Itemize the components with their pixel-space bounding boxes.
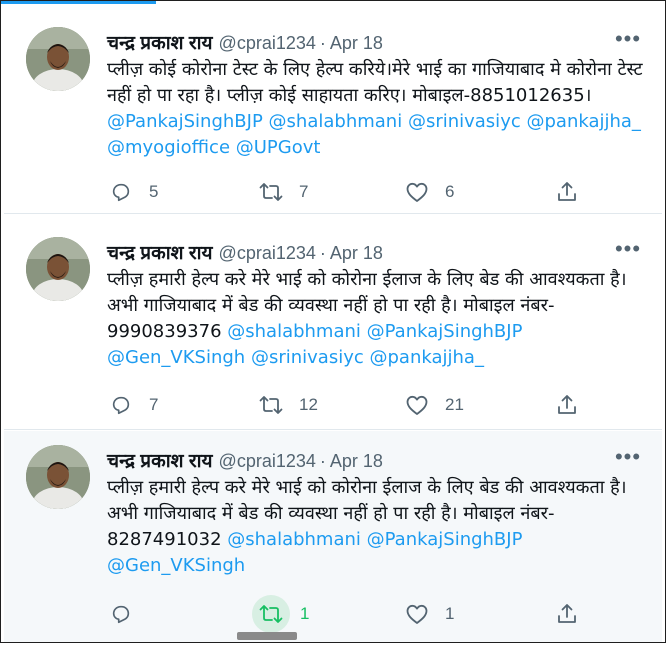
tweet-body: प्लीज़ कोई कोरोना टेस्ट के लिए हेल्प करि… — [107, 59, 643, 106]
reply-button[interactable]: 7 — [107, 390, 169, 420]
display-name[interactable]: चन्द्र प्रकाश राय — [107, 33, 213, 54]
reply-count: 5 — [149, 182, 159, 201]
like-button[interactable]: 21 — [403, 390, 465, 420]
tweet-actions: 5 7 6 — [107, 177, 607, 207]
reply-count: 7 — [149, 395, 159, 414]
reply-icon — [107, 178, 135, 206]
mention-link[interactable]: @UPGovt — [236, 137, 321, 158]
mention-link[interactable]: @PankajSinghBJP — [367, 321, 523, 342]
mention-link[interactable]: @pankajjha_ — [370, 347, 484, 368]
tweet-date[interactable]: Apr 18 — [330, 243, 383, 263]
mention-link[interactable]: @Gen_VKSingh — [107, 555, 245, 576]
retweet-count: 12 — [299, 395, 318, 414]
timeline-frame: चन्द्र प्रकाश राय @cprai1234 · Apr 18 ••• प… — [0, 0, 666, 643]
like-icon — [403, 600, 431, 628]
share-button[interactable] — [553, 599, 581, 629]
reply-button[interactable] — [107, 599, 169, 629]
tweet-header: चन्द्र प्रकाश राय @cprai1234 · Apr 18 — [107, 29, 642, 55]
tweet-text: प्लीज़ कोई कोरोना टेस्ट के लिए हेल्प करि… — [107, 57, 652, 161]
more-icon[interactable]: ••• — [614, 238, 642, 260]
user-handle[interactable]: @cprai1234 — [219, 451, 316, 471]
tweet-1[interactable]: चन्द्र प्रकाश राय @cprai1234 · Apr 18 ••• प… — [4, 13, 662, 214]
share-icon — [553, 178, 581, 206]
display-name[interactable]: चन्द्र प्रकाश राय — [107, 243, 213, 264]
retweet-button[interactable]: 7 — [257, 177, 319, 207]
user-handle[interactable]: @cprai1234 — [219, 33, 316, 53]
tweet-date[interactable]: Apr 18 — [330, 33, 383, 53]
display-name[interactable]: चन्द्र प्रकाश राय — [107, 451, 213, 472]
like-icon — [403, 391, 431, 419]
tweet-header: चन्द्र प्रकाश राय @cprai1234 · Apr 18 — [107, 239, 642, 265]
like-button[interactable]: 6 — [403, 177, 465, 207]
like-count: 6 — [445, 182, 455, 201]
mention-link[interactable]: @shalabhmani — [227, 321, 361, 342]
separator-dot: · — [319, 33, 326, 53]
mention-link[interactable]: @Gen_VKSingh — [107, 347, 245, 368]
mention-link[interactable]: @shalabhmani — [269, 111, 403, 132]
tweet-actions: 7 12 21 — [107, 390, 607, 420]
more-icon[interactable]: ••• — [614, 28, 642, 50]
avatar[interactable] — [26, 445, 90, 509]
tweet-3[interactable]: चन्द्र प्रकाश राय @cprai1234 · Apr 18 ••• प… — [4, 431, 662, 642]
mention-link[interactable]: @pankajjha_ — [526, 111, 640, 132]
retweet-button[interactable]: 1 — [252, 595, 320, 633]
avatar[interactable] — [26, 27, 90, 91]
retweet-icon — [252, 595, 290, 633]
tweet-header: चन्द्र प्रकाश राय @cprai1234 · Apr 18 — [107, 447, 642, 473]
tweet-2[interactable]: चन्द्र प्रकाश राय @cprai1234 · Apr 18 ••• प… — [4, 223, 662, 430]
avatar[interactable] — [26, 237, 90, 301]
reply-button[interactable]: 5 — [107, 177, 169, 207]
share-button[interactable] — [553, 390, 581, 420]
retweet-button[interactable]: 12 — [257, 390, 319, 420]
like-button[interactable]: 1 — [403, 599, 465, 629]
tweet-date[interactable]: Apr 18 — [330, 451, 383, 471]
retweet-icon — [257, 391, 285, 419]
retweet-icon — [257, 178, 285, 206]
more-icon[interactable]: ••• — [614, 446, 642, 468]
scrollbar-thumb[interactable] — [237, 632, 297, 640]
tweet-text: प्लीज़ हमारी हेल्प करे मेरे भाई को कोरोन… — [107, 475, 652, 579]
user-handle[interactable]: @cprai1234 — [219, 243, 316, 263]
share-button[interactable] — [553, 177, 581, 207]
share-icon — [553, 391, 581, 419]
retweet-count: 7 — [299, 182, 309, 201]
mention-link[interactable]: @srinivasiyc — [408, 111, 521, 132]
like-icon — [403, 178, 431, 206]
mention-link[interactable]: @srinivasiyc — [251, 347, 364, 368]
tweet-text: प्लीज़ हमारी हेल्प करे मेरे भाई को कोरोन… — [107, 267, 652, 371]
tab-indicator — [1, 1, 156, 4]
reply-icon — [107, 391, 135, 419]
mention-link[interactable]: @PankajSinghBJP — [107, 111, 263, 132]
mention-link[interactable]: @shalabhmani — [227, 529, 361, 550]
share-icon — [553, 600, 581, 628]
separator-dot: · — [319, 243, 326, 263]
separator-dot: · — [319, 451, 326, 471]
reply-icon — [107, 600, 135, 628]
like-count: 1 — [445, 604, 455, 623]
like-count: 21 — [445, 395, 464, 414]
retweet-count: 1 — [300, 604, 310, 623]
tweet-actions: 1 1 — [107, 595, 607, 633]
mention-link[interactable]: @myogioffice — [107, 137, 230, 158]
mention-link[interactable]: @PankajSinghBJP — [367, 529, 523, 550]
